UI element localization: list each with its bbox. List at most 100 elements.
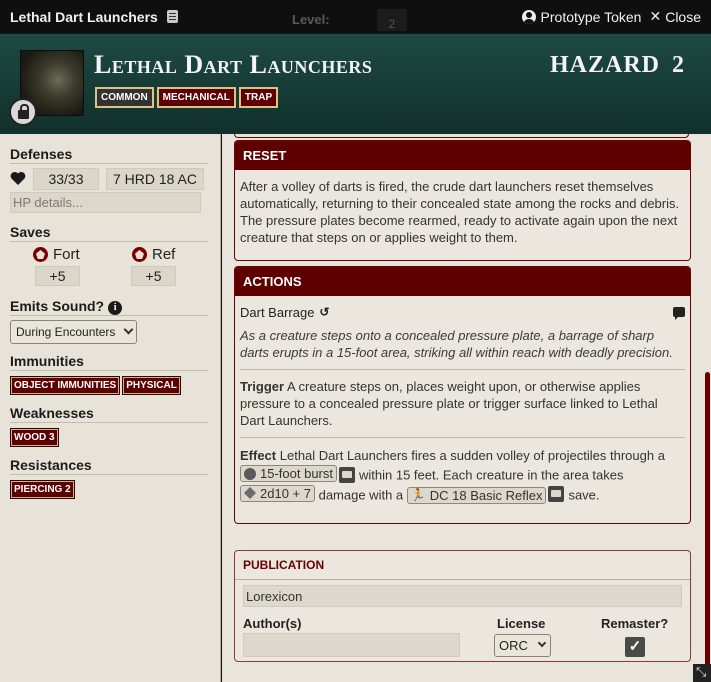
publication-heading: PUBLICATION — [243, 558, 325, 572]
close-button[interactable]: ✕ Close — [649, 8, 701, 25]
weaknesses-list: Wood 3 — [10, 428, 59, 447]
ref-save-roll[interactable]: Ref — [132, 246, 175, 263]
scrollbar-thumb[interactable] — [705, 372, 710, 672]
immunities-rule — [10, 370, 208, 371]
ghost-level-label: Level: — [292, 12, 330, 27]
trait-list: Common Mechanical Trap — [95, 87, 279, 108]
emits-sound-select[interactable]: During Encounters — [10, 320, 137, 344]
resistances-heading: Resistances — [10, 457, 92, 473]
chevron-down-icon — [123, 324, 134, 335]
area-label: 15-foot burst — [260, 466, 333, 481]
window-title: Lethal Dart Launchers — [10, 8, 158, 25]
license-value: ORC — [499, 638, 528, 653]
user-circle-icon — [521, 9, 536, 24]
action-divider — [240, 437, 685, 438]
weaknesses-heading: Weaknesses — [10, 405, 94, 421]
ghost-level-value: 2 — [377, 9, 407, 31]
defenses-heading: Defenses — [10, 146, 73, 162]
remaster-checkbox[interactable]: ✓ — [625, 637, 645, 657]
effect-text-4: save. — [568, 487, 600, 502]
previous-panel-edge — [234, 134, 689, 138]
immunities-list: Object Immunities Physical — [10, 376, 181, 395]
info-icon[interactable]: i — [108, 301, 123, 315]
heart-icon — [10, 171, 26, 187]
authors-label: Author(s) — [243, 616, 302, 631]
reset-heading: RESET — [235, 141, 690, 170]
reaction-glyph-icon: ↺ — [319, 305, 330, 319]
saves-heading: Saves — [10, 224, 51, 240]
immunities-heading: Immunities — [10, 353, 84, 369]
action-flavor-text: As a creature steps onto a concealed pre… — [240, 328, 673, 360]
area-template-button[interactable]: 15-foot burst — [240, 465, 337, 482]
resistances-list: Piercing 2 — [10, 480, 75, 499]
post-save-chat-icon[interactable] — [548, 486, 565, 502]
hazard-level-value[interactable]: 2 — [672, 52, 685, 78]
reset-panel: RESET After a volley of darts is fired, … — [234, 140, 691, 261]
weaknesses-rule — [10, 422, 208, 423]
remaster-label: Remaster? — [601, 616, 669, 631]
trigger-text: A creature steps on, places weight upon,… — [240, 379, 658, 428]
prototype-token-label: Prototype Token — [540, 8, 642, 25]
emits-sound-value: During Encounters — [16, 325, 116, 339]
resistance-tag[interactable]: Piercing 2 — [10, 480, 75, 499]
actions-heading: ACTIONS — [235, 267, 690, 296]
hazard-level: HAZARD 2 — [550, 52, 685, 79]
damage-roll-button[interactable]: 2d10 + 7 — [240, 484, 315, 502]
trait-common[interactable]: Common — [95, 87, 154, 108]
defenses-rule — [10, 163, 208, 164]
window-resize-handle[interactable] — [693, 664, 711, 682]
license-select[interactable]: ORC — [494, 634, 551, 657]
main-content[interactable]: RESET After a volley of darts is fired, … — [222, 134, 711, 682]
effect-text-2: within 15 feet. Each creature in the are… — [359, 467, 624, 483]
publication-rule — [235, 579, 690, 580]
fort-value-field[interactable]: +5 — [35, 266, 80, 286]
lock-toggle-button[interactable] — [9, 98, 37, 126]
emits-sound-rule — [10, 315, 208, 316]
weakness-tag[interactable]: Wood 3 — [10, 428, 59, 447]
sidebar: Defenses 33/33 7 HRD 18 AC HP details...… — [0, 134, 221, 682]
authors-input[interactable] — [243, 633, 460, 657]
save-check-button[interactable]: 🏃 DC 18 Basic Reflex — [406, 487, 547, 504]
actor-sheet-window: Lethal Dart Launchers Level: 2 Prototype… — [0, 0, 711, 682]
action-dart-barrage[interactable]: Dart Barrage ↺ — [240, 304, 685, 321]
burst-circle-icon — [244, 467, 256, 480]
trait-trap[interactable]: Trap — [238, 87, 279, 108]
fort-label: Fort — [53, 246, 80, 263]
hardness-ac-field[interactable]: 7 HRD 18 AC — [106, 168, 204, 190]
lock-icon — [17, 103, 29, 119]
actor-name[interactable]: Lethal Dart Launchers — [94, 50, 372, 80]
trait-mechanical[interactable]: Mechanical — [156, 87, 236, 108]
immunity-tag[interactable]: Physical — [122, 376, 181, 395]
reset-text: After a volley of darts is fired, the cr… — [240, 179, 680, 245]
running-figure-icon: 🏃 — [410, 488, 426, 502]
post-area-chat-icon[interactable] — [339, 466, 355, 483]
trigger-label: Trigger — [240, 379, 285, 394]
save-label: DC 18 Basic Reflex — [429, 488, 543, 503]
sheet-header: Lethal Dart Launchers Common Mechanical … — [0, 33, 711, 134]
chevron-down-icon — [537, 638, 547, 648]
actions-panel: ACTIONS Dart Barrage ↺ As a creature ste… — [234, 266, 691, 524]
prototype-token-button[interactable]: Prototype Token — [521, 8, 642, 25]
post-to-chat-icon[interactable] — [673, 307, 685, 320]
publication-source-input[interactable]: Lorexicon — [243, 585, 682, 607]
ref-value-field[interactable]: +5 — [131, 266, 176, 286]
fort-save-roll[interactable]: Fort — [33, 246, 80, 263]
saves-rule — [10, 241, 208, 242]
hp-details-input[interactable]: HP details... — [10, 192, 201, 213]
hp-row: 33/33 7 HRD 18 AC — [10, 168, 204, 190]
action-trigger: Trigger A creature steps on, places weig… — [240, 378, 685, 429]
immunity-tag[interactable]: Object Immunities — [10, 376, 121, 395]
resistances-rule — [10, 474, 208, 475]
publication-panel: PUBLICATION Lorexicon Author(s) License … — [234, 550, 691, 662]
effect-label: Effect — [240, 448, 277, 463]
hp-field[interactable]: 33/33 — [33, 168, 99, 190]
emits-sound-heading: Emits Sound? i — [10, 298, 123, 315]
effect-text-3: damage with a — [318, 487, 404, 502]
damage-label: 2d10 + 7 — [260, 485, 311, 501]
window-titlebar[interactable]: Lethal Dart Launchers Level: 2 Prototype… — [0, 0, 711, 33]
close-icon: ✕ — [649, 8, 662, 24]
document-id-icon[interactable] — [166, 10, 178, 23]
emits-sound-label: Emits Sound? — [10, 298, 105, 314]
action-effect: Effect Lethal Dart Launchers fires a sud… — [240, 446, 685, 504]
d20-icon — [132, 247, 147, 262]
